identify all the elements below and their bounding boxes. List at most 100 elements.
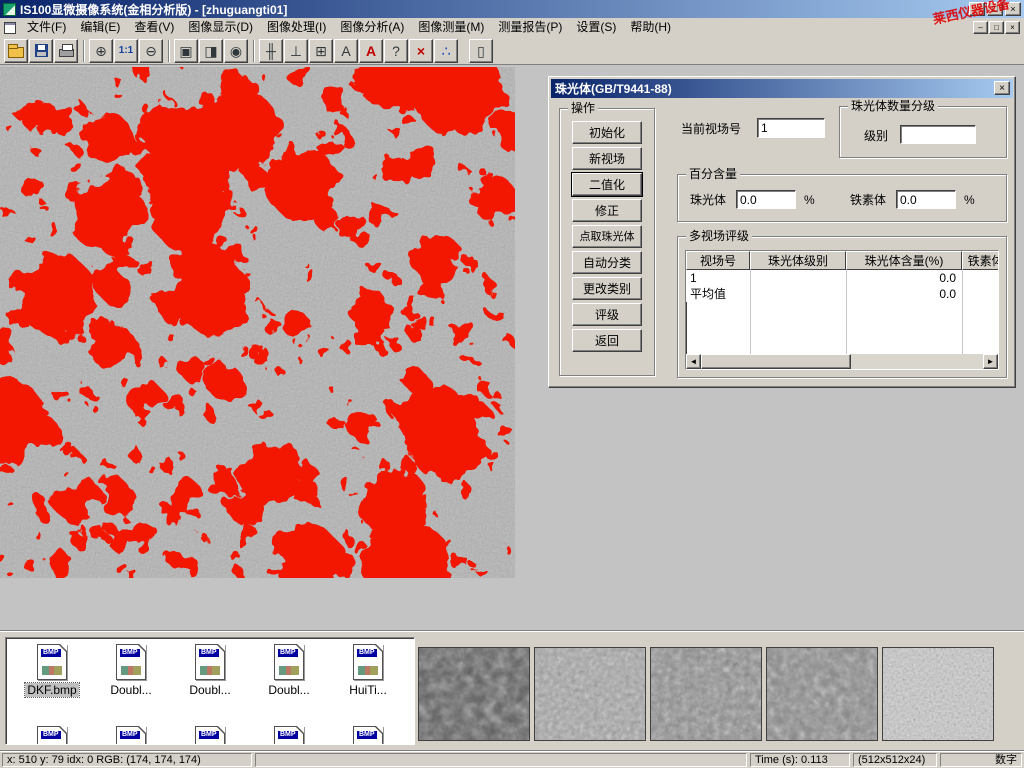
print-button[interactable] [54,39,78,63]
video-button[interactable]: ◨ [199,39,223,63]
ruler-button[interactable]: ▯ [469,39,493,63]
new-field-button[interactable]: 新视场 [572,147,642,170]
menu-image-measure[interactable]: 图像测量(M) [411,18,491,37]
auto-classify-button[interactable]: 自动分类 [572,251,642,274]
printer-icon [59,49,74,57]
text-button[interactable]: A [334,39,358,63]
change-class-button[interactable]: 更改类别 [572,277,642,300]
bmp-tag: BMP [120,731,140,739]
open-button[interactable] [4,39,28,63]
child-window-icon[interactable] [4,22,16,34]
toolbar-separator [168,40,170,62]
camera-button[interactable]: ▣ [174,39,198,63]
metallographic-image[interactable] [0,67,515,578]
bmp-tag: BMP [199,649,219,657]
thumbnail-art [358,666,378,675]
menu-image-processing[interactable]: 图像处理(I) [260,18,333,37]
help-button[interactable]: ? [384,39,408,63]
child-restore-button[interactable]: □ [989,21,1004,34]
window-title: IS100显微摄像系统(金相分析版) - [zhuguangti01] [20,1,287,18]
dialog-title: 珠光体(GB/T9441-88) [555,80,672,97]
file-item[interactable]: BMP Doubl... [93,644,169,697]
dialog-title-bar[interactable]: 珠光体(GB/T9441-88) × [551,79,1013,98]
binarize-button[interactable]: 二值化 [572,173,642,196]
measure-icon: ⊥ [290,44,302,58]
child-minimize-button[interactable]: – [973,21,988,34]
camera-icon: ▣ [179,44,192,58]
grid-button[interactable]: ⊞ [309,39,333,63]
menu-edit[interactable]: 编辑(E) [73,18,127,37]
col-field-no[interactable]: 视场号 [686,251,750,270]
maximize-button[interactable]: □ [987,2,1003,16]
menu-settings[interactable]: 设置(S) [569,18,623,37]
col-ferrite-content[interactable]: 铁素体含量(%) [962,251,999,270]
rate-button[interactable]: 评级 [572,303,642,326]
delete-cross-icon: × [417,44,425,58]
sample-thumbnail[interactable] [766,647,878,741]
pick-pearlite-button[interactable]: 点取珠光体 [572,225,642,248]
file-item[interactable]: BMP HuiTi... [330,644,406,697]
return-button[interactable]: 返回 [572,329,642,352]
current-field-input[interactable] [757,118,825,138]
child-close-button[interactable]: × [1005,21,1020,34]
sample-thumbnail[interactable] [418,647,530,741]
pearlite-percent-input[interactable] [736,190,796,209]
menu-file[interactable]: 文件(F) [20,18,73,37]
menu-view[interactable]: 查看(V) [127,18,181,37]
sample-thumbnail[interactable] [650,647,762,741]
menu-image-display[interactable]: 图像显示(D) [181,18,260,37]
minimize-button[interactable]: – [969,2,985,16]
horizontal-scrollbar[interactable]: ◄ ► [686,354,998,369]
measure-button[interactable]: ⊥ [284,39,308,63]
menu-measure-report[interactable]: 测量报告(P) [491,18,569,37]
file-name: HuiTi... [330,683,406,697]
menu-help[interactable]: 帮助(H) [623,18,678,37]
file-item[interactable]: BMP [14,726,90,745]
video-icon: ◨ [204,44,217,58]
file-item[interactable]: BMP [330,726,406,745]
toolbar: ⊕ 1:1 ⊖ ▣ ◨ ◉ ╫ ⊥ ⊞ A A ? × ∴ ▯ [0,37,1024,65]
ferrite-percent-input[interactable] [896,190,956,209]
caliper-button[interactable]: ╫ [259,39,283,63]
file-name: Doubl... [251,683,327,697]
scroll-right-arrow[interactable]: ► [983,354,998,369]
table-row[interactable]: 平均值 0.0 [686,286,998,302]
text-style-button[interactable]: A [359,39,383,63]
thumbnail-art [200,666,220,675]
zoom-in-button[interactable]: ⊕ [89,39,113,63]
dialog-close-button[interactable]: × [994,81,1010,95]
actual-size-button[interactable]: 1:1 [114,39,138,63]
file-item[interactable]: BMP Doubl... [251,644,327,697]
bmp-tag: BMP [357,731,377,739]
correct-button[interactable]: 修正 [572,199,642,222]
toolbar-separator [253,40,255,62]
initialize-button[interactable]: 初始化 [572,121,642,144]
pearlite-label: 珠光体 [690,193,726,207]
file-item[interactable]: BMP DKF.bmp [14,644,90,697]
capture-button[interactable]: ◉ [224,39,248,63]
sample-thumbnail[interactable] [534,647,646,741]
title-bar[interactable]: IS100显微摄像系统(金相分析版) - [zhuguangti01] – □ … [0,0,1024,18]
save-button[interactable] [29,39,53,63]
close-button[interactable]: × [1005,2,1021,16]
cell-ferrite-content [962,286,999,302]
file-item[interactable]: BMP [172,726,248,745]
classify-button[interactable]: ∴ [434,39,458,63]
col-pearlite-level[interactable]: 珠光体级别 [750,251,846,270]
open-folder-icon [8,47,24,58]
level-input[interactable] [900,125,976,144]
zoom-out-button[interactable]: ⊖ [139,39,163,63]
delete-button[interactable]: × [409,39,433,63]
sample-thumbnail[interactable] [882,647,994,741]
scroll-left-arrow[interactable]: ◄ [686,354,701,369]
file-item[interactable]: BMP [251,726,327,745]
help-icon: ? [392,44,400,58]
file-item[interactable]: BMP Doubl... [172,644,248,697]
menu-image-analysis[interactable]: 图像分析(A) [333,18,411,37]
scroll-thumb[interactable] [701,354,851,369]
table-row[interactable]: 1 0.0 [686,270,998,286]
file-item[interactable]: BMP [93,726,169,745]
application-window: IS100显微摄像系统(金相分析版) - [zhuguangti01] – □ … [0,0,1024,768]
col-pearlite-content[interactable]: 珠光体含量(%) [846,251,962,270]
classify-points-icon: ∴ [442,44,451,58]
